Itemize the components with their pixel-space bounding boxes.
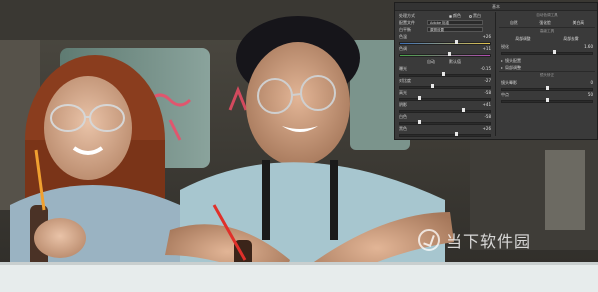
white-balance-dropdown[interactable]: 原照设置 [427, 27, 483, 32]
midpoint-slider[interactable] [501, 98, 593, 103]
preset-button-row: 自然 强化脸 美白高 [499, 19, 595, 27]
profile-dropdown[interactable]: Adobe 标准 [427, 20, 483, 25]
slider-value: -0.15 [480, 66, 491, 71]
slider-track [399, 134, 491, 137]
advanced-section-header: 高级工具 [499, 27, 595, 35]
panel-right-column: 自动色调工具 自然 强化脸 美白高 高级工具 局部调整 局部去雾 锐化 1.60 镜头… [499, 12, 595, 103]
vignette-knob[interactable] [545, 86, 549, 90]
tone-sliders: 曝光 -0.15 对比度 -27 高光 -58 阴影 +41 白色 -58 黑色 +26 [397, 65, 493, 137]
profile-label: 配置文件 [399, 20, 415, 25]
slider-knob[interactable] [441, 72, 445, 76]
local-adjust-label: 局部调整 [505, 65, 521, 70]
slider-label: 高光 [399, 90, 407, 95]
slider-row: 阴影 +41 [397, 101, 493, 108]
panel-left-column: 处理方式 颜色 黑白 配置文件 Adobe 标准 白平衡 原照设置 色温 +26 色… [397, 12, 493, 137]
panel-button[interactable]: 美白高 [573, 19, 584, 27]
sharpen-knob[interactable] [552, 50, 556, 54]
chevron-right-icon [501, 60, 503, 62]
chevron-right-icon [501, 67, 503, 69]
midpoint-knob[interactable] [545, 98, 549, 102]
sharpen-label: 锐化 [501, 44, 509, 49]
radio-color-icon [449, 14, 452, 18]
radio-bw-icon [469, 14, 472, 18]
slider-track [399, 54, 491, 57]
slider-knob[interactable] [454, 132, 458, 136]
slider-value: +26 [482, 34, 491, 39]
slider-knob[interactable] [454, 40, 458, 44]
slider-row: 白色 -58 [397, 113, 493, 120]
slider-value: +41 [482, 102, 491, 107]
watermark-logo-icon [418, 229, 440, 251]
white-balance-label: 白平衡 [399, 27, 411, 32]
slider-row: 对比度 -27 [397, 77, 493, 84]
column-divider [495, 12, 496, 136]
white-balance-row: 白平衡 原照设置 [397, 26, 493, 33]
sharpen-track [501, 52, 593, 55]
slider-label: 色温 [399, 34, 407, 39]
slider-label: 色调 [399, 46, 407, 51]
slider-knob[interactable] [461, 108, 465, 112]
auto-button[interactable]: 自动 [427, 58, 435, 65]
vignette-value: 0 [590, 80, 593, 85]
slider-value: -58 [484, 90, 491, 95]
slider-label: 阴影 [399, 102, 407, 107]
slider-value: -27 [484, 78, 491, 83]
profile-row: 配置文件 Adobe 标准 [397, 19, 493, 26]
basic-adjustments-panel: 基本 处理方式 颜色 黑白 配置文件 Adobe 标准 白平衡 原照设置 色温 +… [394, 2, 598, 140]
adjustment-slider[interactable] [399, 132, 491, 137]
midpoint-label: 中点 [501, 92, 509, 97]
treatment-row: 处理方式 颜色 黑白 [397, 12, 493, 19]
panel-button[interactable]: 局部去雾 [563, 35, 578, 43]
treatment-label: 处理方式 [399, 13, 415, 18]
midpoint-value: 50 [587, 92, 593, 97]
sharpen-value: 1.60 [584, 44, 593, 49]
watermark-text: 当下软件园 [446, 232, 532, 251]
lens-profile-label: 镜头配置 [505, 58, 521, 63]
slider-row: 曝光 -0.15 [397, 65, 493, 72]
local-adjust-row[interactable]: 局部调整 [499, 64, 595, 71]
slider-value: +11 [482, 46, 491, 51]
slider-label: 对比度 [399, 78, 411, 83]
slider-label: 黑色 [399, 126, 407, 131]
sharpen-row: 锐化 1.60 [499, 43, 595, 50]
treatment-color-option[interactable]: 颜色 [449, 12, 461, 19]
slider-row: 黑色 +26 [397, 125, 493, 132]
slider-knob[interactable] [448, 52, 452, 56]
auto-row: 自动 默认值 [397, 58, 493, 65]
slider-knob[interactable] [417, 120, 421, 124]
slider-value: -58 [484, 114, 491, 119]
midpoint-row: 中点 50 [499, 91, 595, 98]
auto-tone-section-header: 自动色调工具 [536, 13, 558, 17]
slider-value: +26 [482, 126, 491, 131]
white-balance-sliders: 色温 +26 色调 +11 [397, 33, 493, 57]
adjustment-slider[interactable] [399, 52, 491, 57]
watermark: 当下软件园 [418, 228, 531, 252]
vignette-row: 镜头晕影 0 [499, 79, 595, 86]
lens-correction-section-header: 镜头矫正 [499, 71, 595, 79]
panel-button[interactable]: 强化脸 [539, 19, 550, 27]
slider-row: 色调 +11 [397, 45, 493, 52]
default-button[interactable]: 默认值 [449, 58, 461, 65]
vignette-label: 镜头晕影 [501, 80, 517, 85]
slider-row: 高光 -58 [397, 89, 493, 96]
treatment-bw-option[interactable]: 黑白 [469, 12, 481, 19]
slider-row: 色温 +26 [397, 33, 493, 40]
advanced-button-row: 局部调整 局部去雾 [499, 35, 595, 43]
panel-title: 基本 [395, 3, 597, 11]
lens-profile-row[interactable]: 镜头配置 [499, 57, 595, 64]
sharpen-slider[interactable] [501, 50, 593, 55]
slider-label: 曝光 [399, 66, 407, 71]
slider-label: 白色 [399, 114, 407, 119]
panel-button[interactable]: 局部调整 [515, 35, 530, 43]
panel-button[interactable]: 自然 [510, 19, 518, 27]
slider-knob[interactable] [430, 84, 434, 88]
slider-knob[interactable] [417, 96, 421, 100]
